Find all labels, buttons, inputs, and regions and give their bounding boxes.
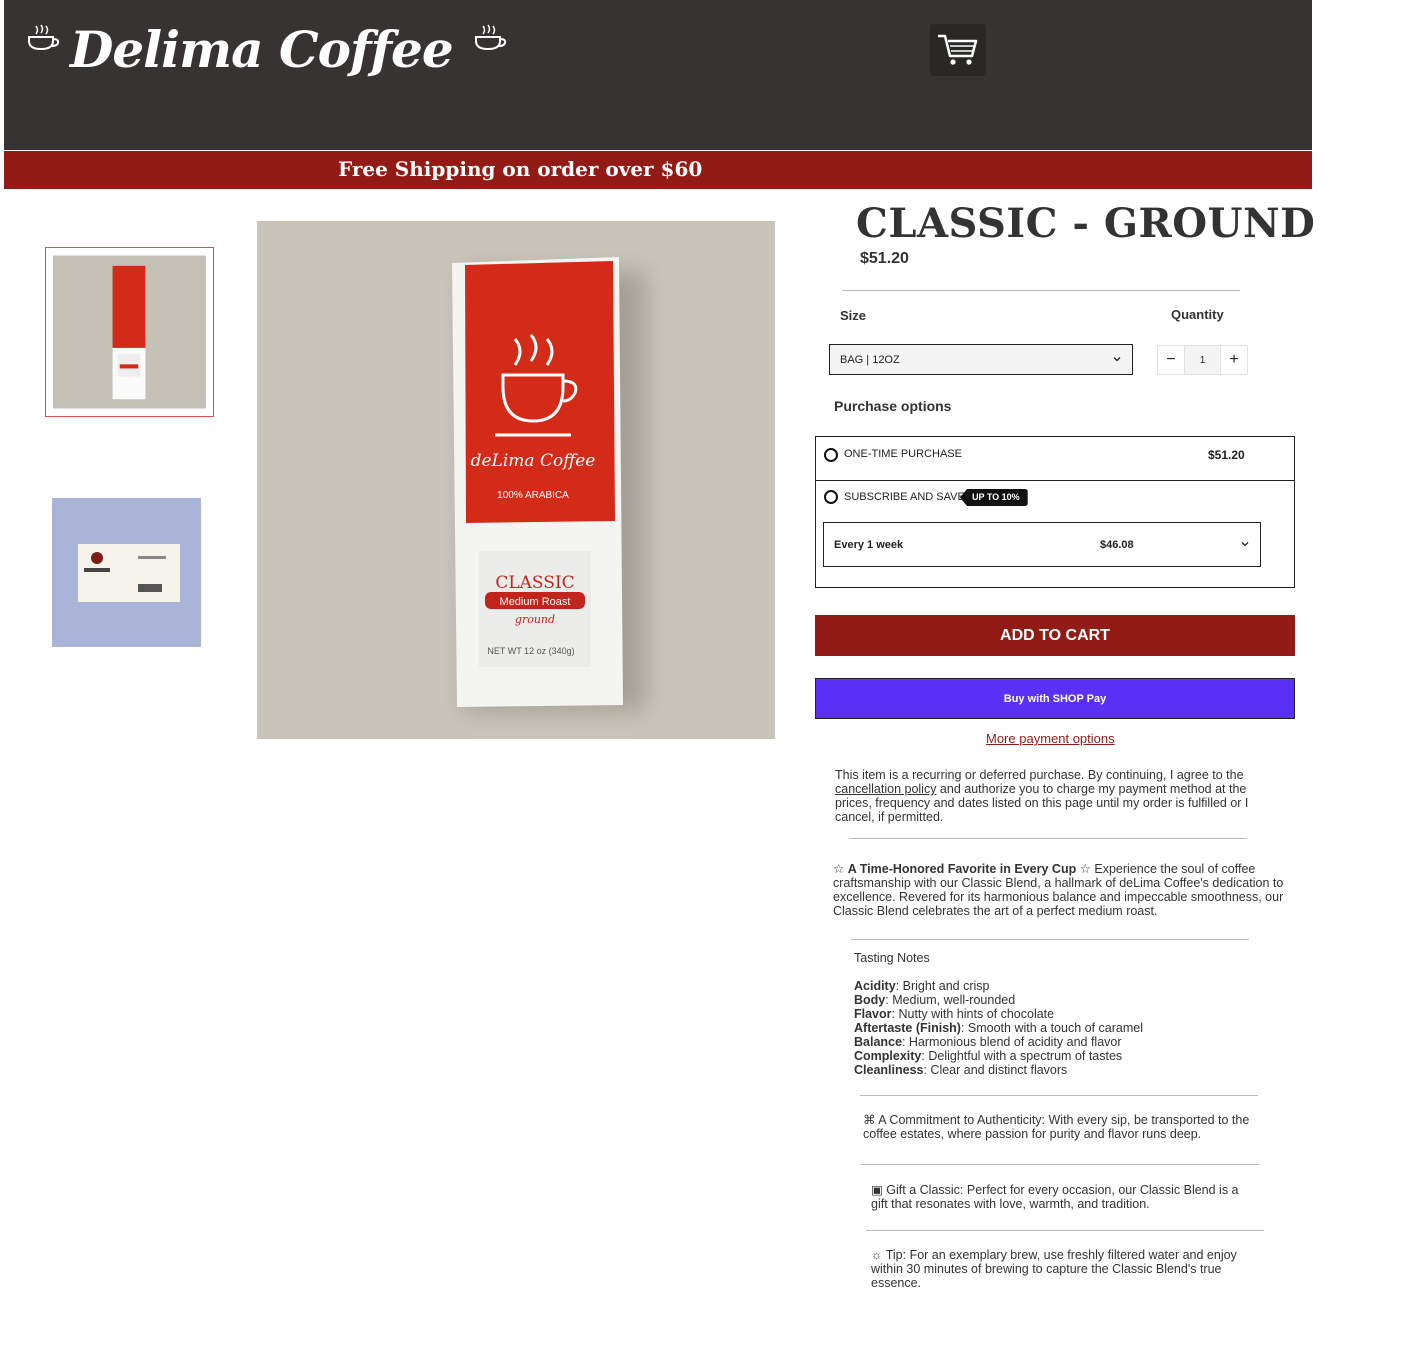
cart-button[interactable] — [930, 24, 986, 76]
quantity-label: Quantity — [1171, 307, 1224, 322]
one-time-label: ONE-TIME PURCHASE — [844, 448, 962, 460]
chevron-down-icon — [1113, 357, 1121, 362]
lightbulb-icon: ☼ — [871, 1248, 883, 1262]
quantity-stepper[interactable]: − + — [1157, 345, 1248, 375]
coffee-cup-icon — [28, 24, 60, 51]
purchase-options-heading: Purchase options — [834, 398, 952, 414]
bag-arabica-text: 100% ARABICA — [497, 490, 569, 501]
divider — [842, 290, 1240, 291]
divider — [866, 1230, 1264, 1231]
add-to-cart-button[interactable]: ADD TO CART — [815, 615, 1295, 656]
thumbnail-bag-image — [53, 255, 206, 409]
coffee-cup-icon — [474, 24, 506, 51]
subscribe-label[interactable]: SUBSCRIBE AND SAVE — [844, 491, 965, 503]
sparkle-icon: ☆ — [1079, 862, 1091, 876]
size-select-value: BAG | 12OZ — [840, 354, 900, 366]
site-header: Delima Coffee — [4, 0, 1312, 150]
subscribe-radio[interactable] — [824, 490, 838, 504]
brand-name: Delima Coffee — [70, 20, 454, 79]
purchase-options: ONE-TIME PURCHASE $51.20 SUBSCRIBE AND S… — [815, 436, 1295, 588]
divider — [851, 939, 1249, 940]
frequency-price: $46.08 — [1100, 539, 1134, 551]
sparkle-icon: ☆ — [833, 862, 845, 876]
quantity-increase-button[interactable]: + — [1221, 346, 1247, 374]
tasting-note: Acidity: Bright and crisp — [854, 979, 990, 993]
product-title: CLASSIC - GROUND — [856, 200, 1316, 247]
quantity-input[interactable] — [1184, 346, 1221, 374]
seedling-icon: ⌘ — [863, 1113, 876, 1127]
bag-classic-text: CLASSIC — [495, 573, 574, 593]
divider — [861, 1164, 1259, 1165]
tasting-note: Cleanliness: Clear and distinct flavors — [854, 1063, 1068, 1077]
tasting-note: Body: Medium, well-rounded — [854, 993, 1016, 1007]
tasting-notes-list: Acidity: Bright and crisp Body: Medium, … — [854, 979, 1143, 1077]
shopping-cart-icon — [938, 34, 978, 65]
brand-logo[interactable]: Delima Coffee — [26, 18, 507, 82]
one-time-purchase-option[interactable]: ONE-TIME PURCHASE $51.20 — [816, 437, 1294, 481]
thumbnail-2[interactable] — [52, 498, 201, 647]
cancellation-policy-link[interactable]: cancellation policy — [835, 782, 936, 796]
divider — [860, 1095, 1258, 1096]
tasting-notes-title: Tasting Notes — [854, 951, 930, 965]
one-time-price: $51.20 — [1208, 448, 1245, 462]
gift-icon: ▣ — [871, 1183, 883, 1197]
product-price: $51.20 — [860, 250, 909, 267]
savings-badge: UP TO 10% — [960, 489, 1028, 506]
announcement-bar: Free Shipping on order over $60 — [4, 151, 1312, 189]
bag-brand-text: deLima Coffee — [471, 451, 596, 471]
tasting-note: Balance: Harmonious blend of acidity and… — [854, 1035, 1122, 1049]
frequency-label: Every 1 week — [834, 539, 904, 551]
divider — [849, 838, 1247, 839]
tip-text: ☼ Tip: For an exemplary brew, use freshl… — [871, 1248, 1237, 1290]
bag-roast-text: Medium Roast — [500, 596, 571, 608]
bag-grind-text: ground — [515, 613, 555, 626]
recurring-disclaimer: This item is a recurring or deferred pur… — [835, 768, 1285, 824]
quantity-decrease-button[interactable]: − — [1158, 346, 1184, 374]
thumbnail-1[interactable] — [45, 247, 214, 417]
one-time-radio[interactable] — [824, 448, 838, 462]
intro-heading: A Time-Honored Favorite in Every Cup — [847, 862, 1077, 876]
chevron-down-icon — [1241, 542, 1249, 547]
description-intro: ☆ A Time-Honored Favorite in Every Cup ☆… — [833, 862, 1311, 918]
size-select[interactable]: BAG | 12OZ — [829, 344, 1133, 375]
size-label: Size — [840, 308, 867, 323]
frequency-select[interactable]: Every 1 week $46.08 — [823, 522, 1261, 567]
thumbnail-pod-box-image — [52, 498, 201, 647]
gift-text: ▣ Gift a Classic: Perfect for every occa… — [871, 1183, 1239, 1211]
tasting-note: Complexity: Delightful with a spectrum o… — [854, 1049, 1123, 1063]
disclaimer-text-start: This item is a recurring or deferred pur… — [835, 768, 1244, 782]
bag-weight-text: NET WT 12 oz (340g) — [487, 646, 574, 656]
authenticity-text: ⌘ A Commitment to Authenticity: With eve… — [863, 1113, 1250, 1141]
tasting-note: Flavor: Nutty with hints of chocolate — [854, 1007, 1055, 1021]
main-product-image[interactable]: deLima Coffee 100% ARABICA CLASSIC Mediu… — [257, 221, 775, 739]
more-payment-options-link[interactable]: More payment options — [986, 731, 1115, 746]
tasting-note: Aftertaste (Finish): Smooth with a touch… — [854, 1021, 1143, 1035]
free-shipping-text: Free Shipping on order over $60 — [338, 157, 703, 181]
shop-pay-button[interactable]: Buy with SHOP Pay — [815, 678, 1295, 719]
